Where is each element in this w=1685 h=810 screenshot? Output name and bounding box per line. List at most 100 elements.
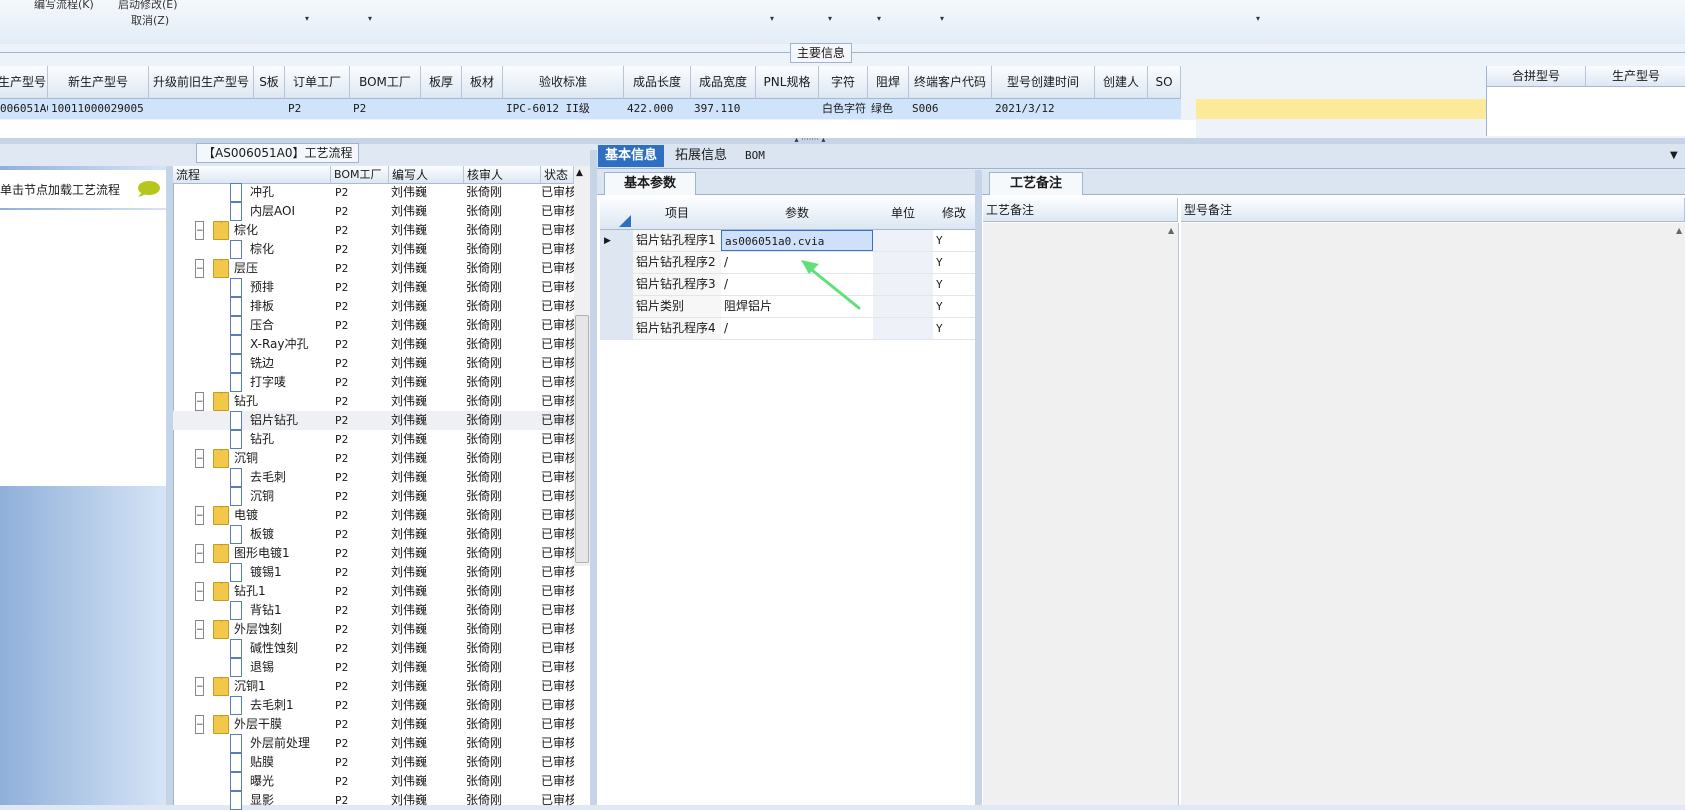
collapse-node-icon[interactable]: − — [195, 506, 204, 525]
param-modify-flag[interactable]: Y — [933, 274, 975, 295]
param-unit[interactable] — [873, 274, 933, 295]
grid-cell[interactable]: 006051A0 — [0, 99, 48, 119]
tree-node[interactable]: − 钻孔1 P2 刘伟巍 张倚刚 已审核 — [173, 582, 574, 601]
tree-node[interactable]: 显影 P2 刘伟巍 张倚刚 已审核 — [173, 791, 574, 810]
column-header[interactable]: 单位 — [873, 198, 934, 230]
column-header[interactable]: 验收标准 — [503, 66, 624, 99]
tab-basic-params[interactable]: 基本参数 — [604, 172, 696, 195]
column-header[interactable]: 升级前旧生产型号 — [149, 66, 254, 99]
collapse-node-icon[interactable]: − — [195, 620, 204, 639]
select-all-icon[interactable] — [619, 215, 631, 227]
param-row[interactable]: 铝片钻孔程序3/Y — [600, 274, 975, 296]
speech-bubble-icon[interactable] — [136, 180, 160, 198]
column-header[interactable]: 终端客户代码 — [909, 66, 992, 99]
menu-edit-flow[interactable]: 编写流程(K) — [34, 0, 94, 12]
param-row[interactable]: 铝片钻孔程序2/Y — [600, 252, 975, 274]
param-row[interactable]: 铝片类别 阻焊铝片 Y — [600, 296, 975, 318]
tree-node[interactable]: − 钻孔 P2 刘伟巍 张倚刚 已审核 — [173, 392, 574, 411]
param-value[interactable]: / — [721, 318, 873, 339]
column-header[interactable]: 项目 — [633, 198, 722, 230]
collapse-node-icon[interactable]: − — [195, 677, 204, 696]
grid-cell[interactable]: 422.000 — [624, 99, 691, 119]
tab-basic-info[interactable]: 基本信息 — [598, 145, 665, 167]
menu-cancel[interactable]: 取消(Z) — [131, 12, 169, 28]
tree-node[interactable]: 镀锡1 P2 刘伟巍 张倚刚 已审核 — [173, 563, 574, 582]
grid-cell[interactable]: IPC-6012 II级 — [503, 99, 624, 119]
tree-node[interactable]: 铝片钻孔 P2 刘伟巍 张倚刚 已审核 — [173, 411, 574, 430]
grid-cell[interactable] — [254, 99, 285, 119]
column-header[interactable]: SO — [1148, 66, 1181, 99]
scroll-up-icon[interactable]: ▲ — [1676, 226, 1682, 235]
tree-node[interactable]: − 外层蚀刻 P2 刘伟巍 张倚刚 已审核 — [173, 620, 574, 639]
menu-start-modify[interactable]: 启动修改(E) — [118, 0, 178, 12]
tree-node[interactable]: 钻孔 P2 刘伟巍 张倚刚 已审核 — [173, 430, 574, 449]
vertical-splitter[interactable] — [590, 150, 597, 805]
highlight-cell[interactable] — [1196, 99, 1486, 119]
grid-cell[interactable] — [1095, 99, 1148, 119]
dropdown-arrow-icon[interactable]: ▾ — [368, 14, 372, 23]
row-indicator-header[interactable] — [600, 198, 634, 230]
scroll-up-icon[interactable]: ▲ — [576, 168, 583, 178]
tree-node[interactable]: 冲孔 P2 刘伟巍 张倚刚 已审核 — [173, 183, 574, 202]
grid-cell[interactable]: P2 — [350, 99, 421, 119]
param-row[interactable]: 铝片钻孔程序1 as006051a0.cvia Y — [600, 230, 975, 252]
grid-cell[interactable]: 白色字符 — [819, 99, 868, 119]
row-indicator[interactable] — [600, 318, 633, 339]
tree-node[interactable]: 去毛刺1 P2 刘伟巍 张倚刚 已审核 — [173, 696, 574, 715]
collapse-node-icon[interactable]: − — [195, 392, 204, 411]
tree-node[interactable]: 打字唛 P2 刘伟巍 张倚刚 已审核 — [173, 373, 574, 392]
tree-node[interactable]: 板镀 P2 刘伟巍 张倚刚 已审核 — [173, 525, 574, 544]
row-indicator[interactable] — [600, 296, 633, 317]
column-header[interactable]: 修改 — [933, 198, 976, 230]
tree-node[interactable]: 贴膜 P2 刘伟巍 张倚刚 已审核 — [173, 753, 574, 772]
dropdown-arrow-icon[interactable]: ▾ — [770, 14, 774, 23]
tree-node[interactable]: 背钻1 P2 刘伟巍 张倚刚 已审核 — [173, 601, 574, 620]
tree-node[interactable]: 铣边 P2 刘伟巍 张倚刚 已审核 — [173, 354, 574, 373]
collapse-node-icon[interactable]: − — [195, 544, 204, 563]
grid-cell[interactable] — [462, 99, 503, 119]
column-header[interactable]: 状态 — [541, 166, 574, 184]
tree-node[interactable]: − 电镀 P2 刘伟巍 张倚刚 已审核 — [173, 506, 574, 525]
param-modify-flag[interactable]: Y — [933, 318, 975, 339]
process-remark-textarea[interactable] — [983, 223, 1179, 805]
collapse-node-icon[interactable]: − — [195, 582, 204, 601]
collapse-icon[interactable]: ▼ — [1670, 150, 1678, 161]
column-header[interactable]: BOM工厂 — [350, 66, 421, 99]
vertical-splitter[interactable] — [975, 170, 982, 805]
dropdown-arrow-icon[interactable]: ▾ — [940, 14, 944, 23]
model-remark-textarea[interactable] — [1181, 223, 1685, 805]
tree-node[interactable]: 排板 P2 刘伟巍 张倚刚 已审核 — [173, 297, 574, 316]
param-unit[interactable] — [873, 230, 933, 251]
vertical-splitter[interactable] — [166, 166, 173, 805]
column-header[interactable]: 型号创建时间 — [992, 66, 1095, 99]
column-header[interactable]: 成品宽度 — [691, 66, 756, 99]
column-header[interactable]: BOM工厂 — [331, 166, 389, 184]
tab-process-remarks[interactable]: 工艺备注 — [989, 172, 1083, 195]
dropdown-arrow-icon[interactable]: ▾ — [1256, 14, 1260, 23]
grid-cell[interactable] — [756, 99, 819, 119]
param-modify-flag[interactable]: Y — [933, 230, 975, 251]
param-value[interactable]: as006051a0.cvia — [721, 230, 873, 251]
tree-node[interactable]: 碱性蚀刻 P2 刘伟巍 张倚刚 已审核 — [173, 639, 574, 658]
tab-extended-info[interactable]: 拓展信息 — [668, 145, 734, 167]
tree-node[interactable]: − 沉铜1 P2 刘伟巍 张倚刚 已审核 — [173, 677, 574, 696]
grid-cell[interactable] — [149, 99, 254, 119]
tree-node[interactable]: 曝光 P2 刘伟巍 张倚刚 已审核 — [173, 772, 574, 791]
grid-cell[interactable]: S006 — [909, 99, 992, 119]
grid-cell[interactable] — [1148, 99, 1181, 119]
column-header[interactable]: 生产型号 — [1586, 66, 1685, 87]
tab-bom[interactable]: BOM — [738, 145, 772, 167]
scrollbar-thumb[interactable] — [575, 315, 589, 563]
column-header[interactable]: 新生产型号 — [48, 66, 149, 99]
tree-node[interactable]: 去毛刺 P2 刘伟巍 张倚刚 已审核 — [173, 468, 574, 487]
collapse-node-icon[interactable]: − — [195, 449, 204, 468]
dropdown-arrow-icon[interactable]: ▾ — [877, 14, 881, 23]
row-indicator[interactable] — [600, 252, 633, 273]
tree-node[interactable]: − 层压 P2 刘伟巍 张倚刚 已审核 — [173, 259, 574, 278]
tree-node[interactable]: 外层前处理 P2 刘伟巍 张倚刚 已审核 — [173, 734, 574, 753]
tree-node[interactable]: − 沉铜 P2 刘伟巍 张倚刚 已审核 — [173, 449, 574, 468]
grid-cell[interactable] — [421, 99, 462, 119]
tree-node[interactable]: − 棕化 P2 刘伟巍 张倚刚 已审核 — [173, 221, 574, 240]
scroll-up-icon[interactable]: ▲ — [1168, 226, 1174, 235]
column-header[interactable]: S板 — [254, 66, 285, 99]
